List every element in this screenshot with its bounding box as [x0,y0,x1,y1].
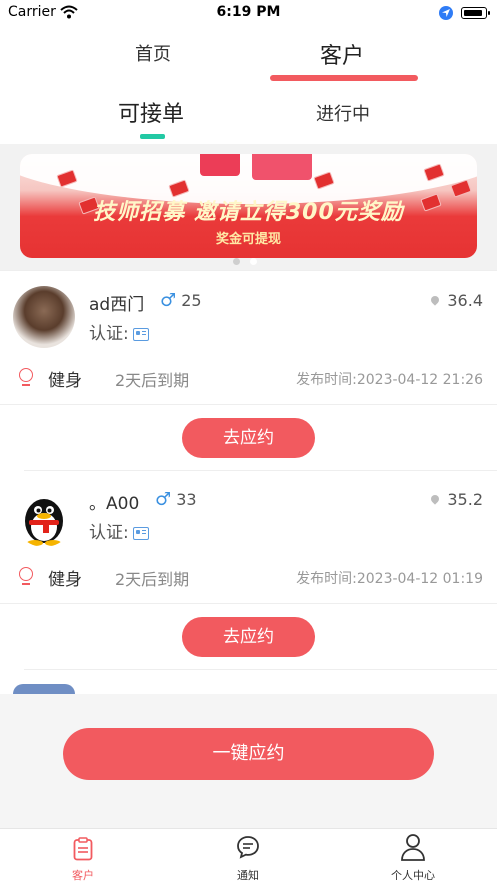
bottom-action-panel: 一键应约 [0,694,497,830]
avatar[interactable] [13,286,75,348]
document-list-icon [73,837,93,861]
id-card-icon [132,327,149,341]
battery-fill [463,9,482,16]
sub-tab-indicator [140,134,165,139]
chat-bubble-icon [237,836,259,859]
divider [24,669,497,670]
gift-icon [252,154,312,180]
apply-button[interactable]: 去应约 [182,418,315,458]
publish-time: 发布时间:2023-04-12 21:26 [296,372,483,388]
medal-icon [19,368,33,386]
tab-bar-label: 通知 [237,869,259,882]
auth-label: 认证: [89,523,129,543]
order-card: ad西门 ♂ 25 36.4 认证: 健身 2天后到期 发布时间:2023-04… [0,271,497,471]
status-time: 6:19 PM [216,4,281,20]
tab-in-progress[interactable]: 进行中 [316,100,370,126]
tab-bar-profile[interactable]: 个人中心 [353,829,473,884]
gender-age: ♂ 33 [155,489,197,510]
person-icon [401,834,425,861]
expire-text: 2天后到期 [115,371,190,390]
distance: 35.2 [429,490,483,509]
distance: 36.4 [429,291,483,310]
male-icon: ♂ [155,489,172,510]
map-pin-icon [429,492,442,505]
promo-banner[interactable]: 技师招募 邀请立得300元奖励 奖金可提现 [20,154,477,258]
certification: 认证: [89,518,149,543]
age: 25 [181,291,202,310]
main-tab-indicator [270,75,418,81]
distance-value: 36.4 [447,291,483,310]
age: 33 [176,490,197,509]
medal-icon [19,567,33,585]
tab-bar-label: 个人中心 [391,869,435,882]
id-card-icon [132,526,149,540]
tab-bar-customers[interactable]: 客户 [23,829,143,884]
apply-button[interactable]: 去应约 [182,617,315,657]
banner-subtitle: 奖金可提现 [215,232,281,247]
distance-value: 35.2 [447,490,483,509]
certification: 认证: [89,319,149,344]
tab-home[interactable]: 首页 [135,40,171,66]
tab-customers[interactable]: 客户 [320,38,364,70]
service-type: 健身 [48,570,82,590]
avatar [13,684,75,694]
carousel-dots [233,250,267,269]
service-type: 健身 [48,371,82,391]
banner-carousel[interactable]: 技师招募 邀请立得300元奖励 奖金可提现 [0,144,497,270]
order-card: 。A00 ♂ 33 35.2 认证: 健身 2天后到期 发布时间:2023-04… [0,471,497,671]
gender-age: ♂ 25 [160,290,202,311]
tab-available[interactable]: 可接单 [118,96,184,128]
bottom-tab-bar: 客户 通知 个人中心 [0,828,497,884]
auth-label: 认证: [89,324,129,344]
male-icon: ♂ [160,290,177,311]
map-pin-icon [429,293,442,306]
divider [0,404,497,405]
gift-icon [200,154,240,176]
customer-name: ad西门 [89,295,145,315]
carousel-dot-active[interactable] [250,258,257,265]
location-arrow-icon [439,6,453,20]
tab-bar-notifications[interactable]: 通知 [188,829,308,884]
avatar[interactable] [13,485,75,547]
one-click-apply-button[interactable]: 一键应约 [63,728,434,780]
expire-text: 2天后到期 [115,570,190,589]
carousel-dot[interactable] [233,258,240,265]
sub-tabs: 可接单 进行中 [0,86,497,144]
status-bar: Carrier 6:19 PM [0,0,497,26]
publish-time: 发布时间:2023-04-12 01:19 [296,571,483,587]
banner-title: 技师招募 邀请立得300元奖励 [93,200,404,225]
tab-bar-label: 客户 [72,869,94,882]
main-tabs: 首页 客户 [0,26,497,86]
divider [0,603,497,604]
customer-name: 。A00 [89,494,140,514]
battery-icon [461,7,490,19]
